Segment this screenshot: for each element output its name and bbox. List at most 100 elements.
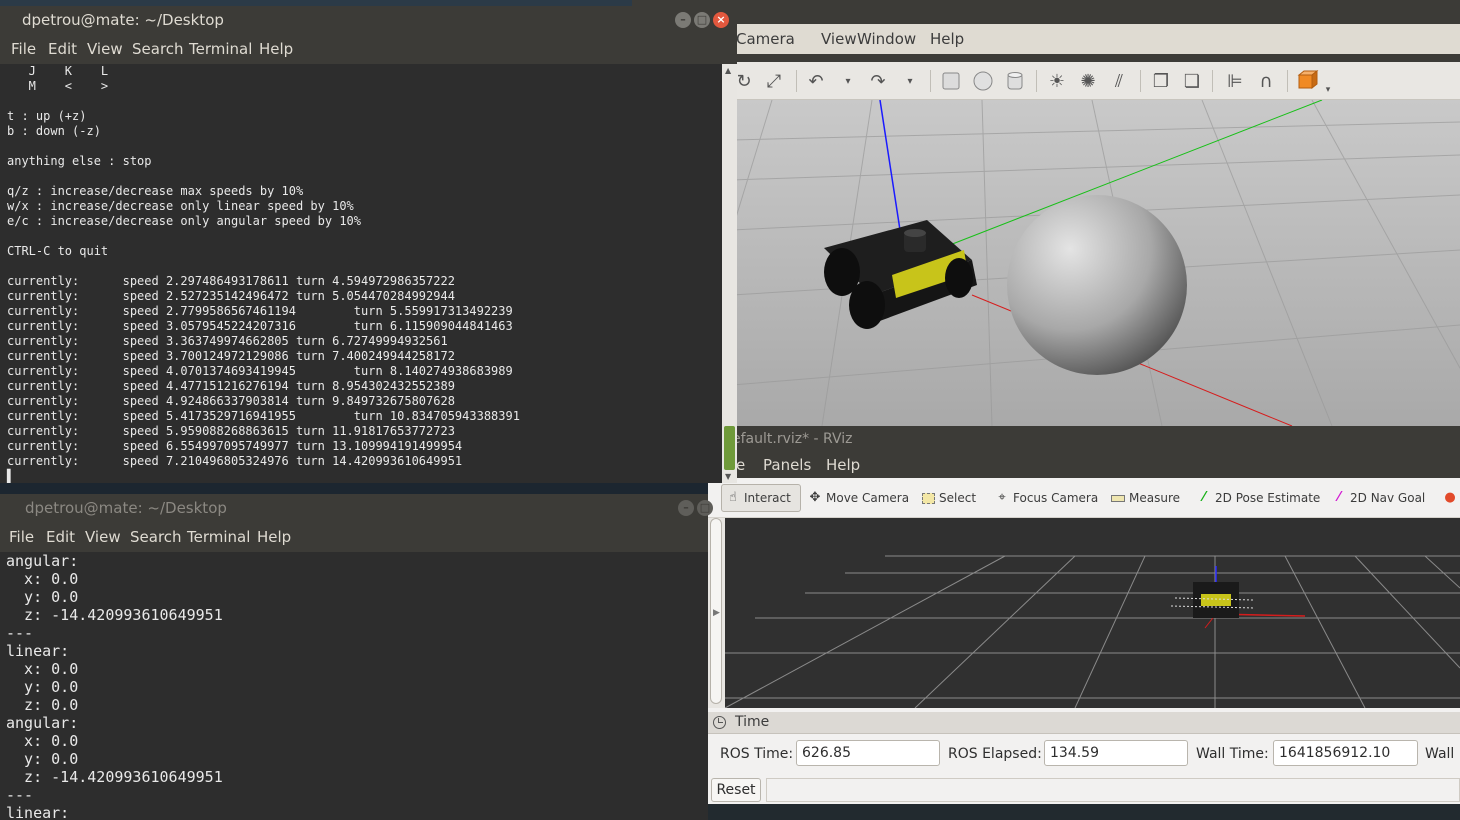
window-controls: – □ × xyxy=(675,12,729,28)
menu-edit[interactable]: Edit xyxy=(48,40,77,58)
scroll-down-icon[interactable]: ▼ xyxy=(725,472,731,481)
menu-search[interactable]: Search xyxy=(130,528,182,546)
align-icon[interactable]: ⊫ xyxy=(1223,69,1247,93)
rviz-titlebar[interactable]: efault.rviz* - RViz xyxy=(708,426,1460,452)
snap-icon[interactable]: ∩ xyxy=(1254,69,1278,93)
terminal-line: y: 0.0 xyxy=(6,678,79,696)
toolbar-separator xyxy=(1287,70,1288,92)
rviz-side-splitter[interactable]: ▶ xyxy=(708,518,725,708)
menu-terminal[interactable]: Terminal xyxy=(187,528,250,546)
minimize-icon[interactable]: – xyxy=(675,12,691,28)
terminal-output[interactable]: J K L M < > t : up (+z) b : down (-z) any… xyxy=(0,64,722,483)
menu-terminal[interactable]: Terminal xyxy=(189,40,252,58)
terminal-line: currently: speed 3.363749974662805 turn … xyxy=(7,334,448,348)
map-pin-icon: ● xyxy=(1444,490,1456,505)
redo-dropdown-icon[interactable]: ▾ xyxy=(898,69,922,93)
nav-goal-tool-label: 2D Nav Goal xyxy=(1350,491,1426,505)
sun-light-icon[interactable]: ☀ xyxy=(1045,69,1069,93)
cylinder-shape-icon[interactable] xyxy=(1003,69,1027,93)
close-icon[interactable]: × xyxy=(713,12,729,28)
reset-button[interactable]: Reset xyxy=(711,778,761,802)
terminal-line: y: 0.0 xyxy=(6,588,79,606)
terminal-titlebar[interactable]: dpetrou@mate: ~/Desktop – □ xyxy=(0,494,713,522)
terminal-output[interactable]: angular: x: 0.0 y: 0.0 z: -14.4209936106… xyxy=(0,552,708,820)
scrollbar-thumb[interactable] xyxy=(724,426,735,470)
window-controls: – □ xyxy=(678,500,713,516)
rviz-3d-view[interactable] xyxy=(725,518,1460,708)
terminal-line: z: 0.0 xyxy=(6,696,79,714)
scale-icon[interactable]: ⤢ xyxy=(762,69,786,93)
box-shape-icon[interactable] xyxy=(939,69,963,93)
sphere-shape-icon[interactable] xyxy=(971,69,995,93)
clock-icon xyxy=(713,716,726,729)
wall-time-label: Wall Time: xyxy=(1196,746,1269,762)
terminal-line: J K L xyxy=(7,64,109,78)
gazebo-titlebar[interactable] xyxy=(632,0,1460,24)
terminal-line: currently: speed 4.924866337903814 turn … xyxy=(7,394,455,408)
gazebo-menu-help[interactable]: Help xyxy=(930,30,964,48)
pose-estimate-tool[interactable]: ⁄ 2D Pose Estimate xyxy=(1193,484,1324,512)
focus-camera-tool[interactable]: ⌖ Focus Camera xyxy=(991,484,1102,512)
menu-edit[interactable]: Edit xyxy=(46,528,75,546)
undo-icon[interactable]: ↶ xyxy=(804,69,828,93)
nav-goal-tool[interactable]: ⁄ 2D Nav Goal xyxy=(1328,484,1429,512)
ros-time-field[interactable]: 626.85 xyxy=(796,740,940,766)
paste-icon[interactable]: ❏ xyxy=(1180,69,1204,93)
wall-time-field[interactable]: 1641856912.10 xyxy=(1273,740,1418,766)
select-tool[interactable]: Select xyxy=(918,484,980,512)
point-light-icon[interactable]: ✺ xyxy=(1076,69,1100,93)
rviz-menu-help[interactable]: Help xyxy=(826,456,860,474)
maximize-icon[interactable]: □ xyxy=(697,500,713,516)
terminal-line: --- xyxy=(6,624,34,642)
pose-estimate-icon: ⁄ xyxy=(1202,490,1206,505)
toolbar-separator xyxy=(930,70,931,92)
select-icon xyxy=(922,492,935,504)
minimize-icon[interactable]: – xyxy=(678,500,694,516)
terminal-line: x: 0.0 xyxy=(6,570,79,588)
measure-icon xyxy=(1111,494,1125,502)
terminal-line: currently: speed 2.297486493178611 turn … xyxy=(7,274,455,288)
menu-file[interactable]: File xyxy=(9,528,34,546)
terminal-line: currently: speed 2.527235142496472 turn … xyxy=(7,289,455,303)
ros-elapsed-field[interactable]: 134.59 xyxy=(1044,740,1188,766)
toolbar-separator xyxy=(1036,70,1037,92)
terminal-line: currently: speed 4.477151216276194 turn … xyxy=(7,379,455,393)
expand-arrow-icon[interactable]: ▶ xyxy=(713,608,720,618)
terminal-line: currently: speed 5.4173529716941955 turn… xyxy=(7,409,520,423)
menu-help[interactable]: Help xyxy=(257,528,291,546)
rviz-menu-panels[interactable]: Panels xyxy=(763,456,811,474)
nav-goal-icon: ⁄ xyxy=(1337,490,1341,505)
gazebo-toolbar: ↻ ⤢ ↶ ▾ ↷ ▾ ☀ ✺ ⫽ ❐ ❏ ⊫ ∩ ▾ xyxy=(632,62,1460,100)
menu-search[interactable]: Search xyxy=(132,40,184,58)
publish-point-tool[interactable]: ● xyxy=(1439,484,1460,512)
scroll-up-icon[interactable]: ▲ xyxy=(725,66,731,75)
move-camera-tool[interactable]: ✥ Move Camera xyxy=(804,484,913,512)
terminal-window-teleop: dpetrou@mate: ~/Desktop – □ × File Edit … xyxy=(0,6,737,483)
menu-file[interactable]: File xyxy=(11,40,36,58)
rviz-toolbar: ☝ Interact ✥ Move Camera Select ⌖ Focus … xyxy=(708,478,1460,518)
redo-icon[interactable]: ↷ xyxy=(866,69,890,93)
view-angle-dropdown-icon[interactable]: ▾ xyxy=(1316,78,1340,102)
gazebo-menu-camera[interactable]: Camera xyxy=(736,30,795,48)
spot-light-icon[interactable]: ⫽ xyxy=(1107,69,1131,93)
menu-help[interactable]: Help xyxy=(259,40,293,58)
measure-tool[interactable]: Measure xyxy=(1107,484,1184,512)
menu-view[interactable]: View xyxy=(87,40,123,58)
gazebo-menu-window[interactable]: Window xyxy=(857,30,916,48)
copy-icon[interactable]: ❐ xyxy=(1149,69,1173,93)
gazebo-menu-view[interactable]: View xyxy=(821,30,857,48)
rviz-menu-file[interactable]: e xyxy=(736,456,745,474)
ros-time-label: ROS Time: xyxy=(720,746,794,762)
maximize-icon[interactable]: □ xyxy=(694,12,710,28)
menu-view[interactable]: View xyxy=(85,528,121,546)
undo-dropdown-icon[interactable]: ▾ xyxy=(836,69,860,93)
gazebo-3d-scene[interactable] xyxy=(732,100,1460,426)
terminal-cursor: ▌ xyxy=(7,469,15,483)
terminal-line: currently: speed 6.554997095749977 turn … xyxy=(7,439,463,453)
terminal-scrollbar[interactable]: ▲ ▼ xyxy=(722,64,737,483)
terminal-titlebar[interactable]: dpetrou@mate: ~/Desktop – □ × xyxy=(0,6,737,34)
terminal-line: z: -14.420993610649951 xyxy=(6,768,223,786)
interact-tool[interactable]: ☝ Interact xyxy=(721,484,801,512)
